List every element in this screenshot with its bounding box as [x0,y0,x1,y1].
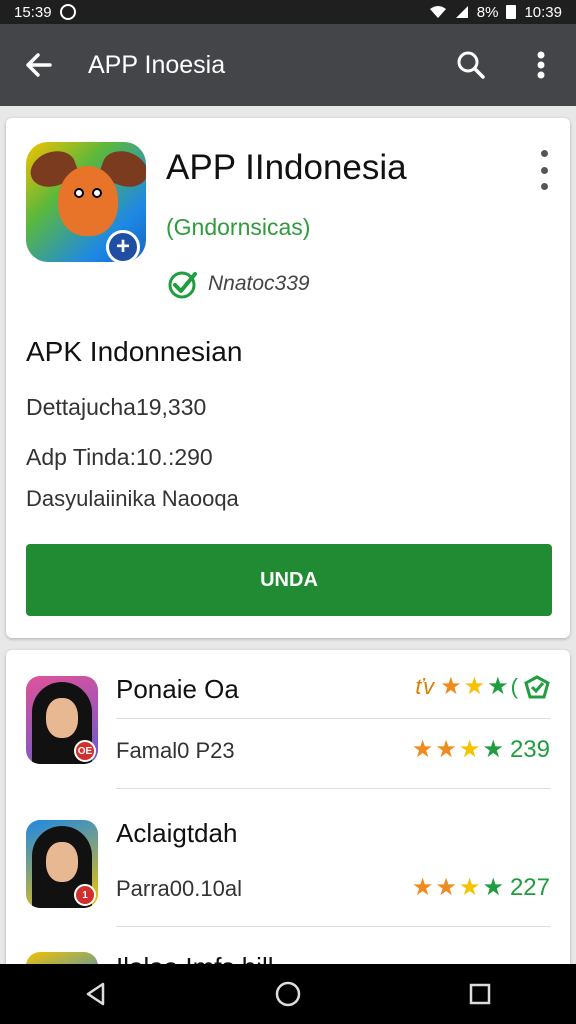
nav-home-icon [275,981,301,1007]
top-rating: ťv ★ ★ ★ ( [415,674,550,700]
star-icon: ★ [435,736,457,763]
rating-suffix: ( [510,674,518,699]
list-item[interactable]: OE Ponaie Oa ťv ★ ★ ★ ( Famal0 P23 ★ ★ ★… [6,650,570,790]
star-icon: ★ [440,673,462,700]
star-icon: ★ [458,736,481,763]
app-bar: APP Inoesia [0,24,576,106]
notification-badge: OE [74,740,96,762]
nav-recents-icon [469,983,491,1005]
battery-percent: 8% [476,3,499,21]
divider [116,788,550,789]
app-subtitle: APK Indonnesian [26,336,243,367]
app-bar-title: APP Inoesia [88,50,226,79]
divider [116,926,550,927]
notification-icon [59,4,76,20]
star-icon: ★ [435,874,457,901]
status-bar: 15:39 8% 10:39 [0,0,576,24]
overflow-menu-button[interactable] [506,24,576,106]
search-icon [457,51,485,79]
divider [116,718,550,719]
list-item-name: Aclaigtdah [116,818,238,848]
star-icon: ★ [458,874,481,901]
verified-check-icon [168,271,197,299]
rating: ★ ★ ★ ★ 227 [412,874,550,902]
list-item[interactable]: 1 Aclaigtdah Parra00.10al ★ ★ ★ ★ 227 [6,794,570,934]
related-apps-list: OE Ponaie Oa ťv ★ ★ ★ ( Famal0 P23 ★ ★ ★… [6,650,570,980]
nav-recents-button[interactable] [440,964,520,1024]
developer-link[interactable]: (Gndornsicas) [166,214,310,241]
wifi-icon [429,6,446,18]
star-icon: ★ [463,673,486,700]
nav-back-icon [86,982,105,1006]
star-icon: ★ [487,673,509,700]
install-button[interactable]: UNDA [26,544,552,616]
add-icon[interactable]: + [106,230,140,264]
info-line-3: Dasyulaiinika Naooqa [26,486,239,511]
navigation-bar [0,964,576,1024]
app-name: APP IIndonesia [166,148,407,187]
status-time-left: 15:39 [14,3,52,21]
notification-badge: 1 [74,884,96,906]
info-line-2: Adp Tinda:10.:290 [26,444,213,470]
app-header-card: + APP IIndonesia (Gndornsicas) Nnatoc339… [6,118,570,638]
list-item-name: Ponaie Oa [116,674,239,704]
avatar: 1 [26,820,98,908]
verified-text: Nnatoc339 [208,272,310,295]
rating-count: 227 [509,874,550,901]
search-button[interactable] [436,24,506,106]
shield-check-icon [524,675,550,699]
rating-prefix: ťv [415,674,435,699]
rating-count: 239 [509,736,550,763]
star-icon: ★ [482,874,504,901]
verified-row: Nnatoc339 [166,268,310,300]
list-item-meta: Parra00.10al [116,876,242,901]
more-vert-icon [537,51,545,79]
star-icon: ★ [482,736,504,763]
nav-back-button[interactable] [56,964,136,1024]
signal-icon [455,6,468,18]
arrow-back-icon [26,53,52,77]
back-button[interactable] [0,24,78,106]
avatar: OE [26,676,98,764]
nav-home-button[interactable] [248,964,328,1024]
info-line-1: Dettajucha19,330 [26,394,207,420]
rating: ★ ★ ★ ★ 239 [412,736,550,764]
card-more-button[interactable] [534,150,554,190]
battery-icon [506,5,517,19]
status-time-right: 10:39 [524,3,562,21]
star-icon: ★ [411,874,434,901]
list-item-meta: Famal0 P23 [116,738,235,763]
star-icon: ★ [411,736,434,763]
